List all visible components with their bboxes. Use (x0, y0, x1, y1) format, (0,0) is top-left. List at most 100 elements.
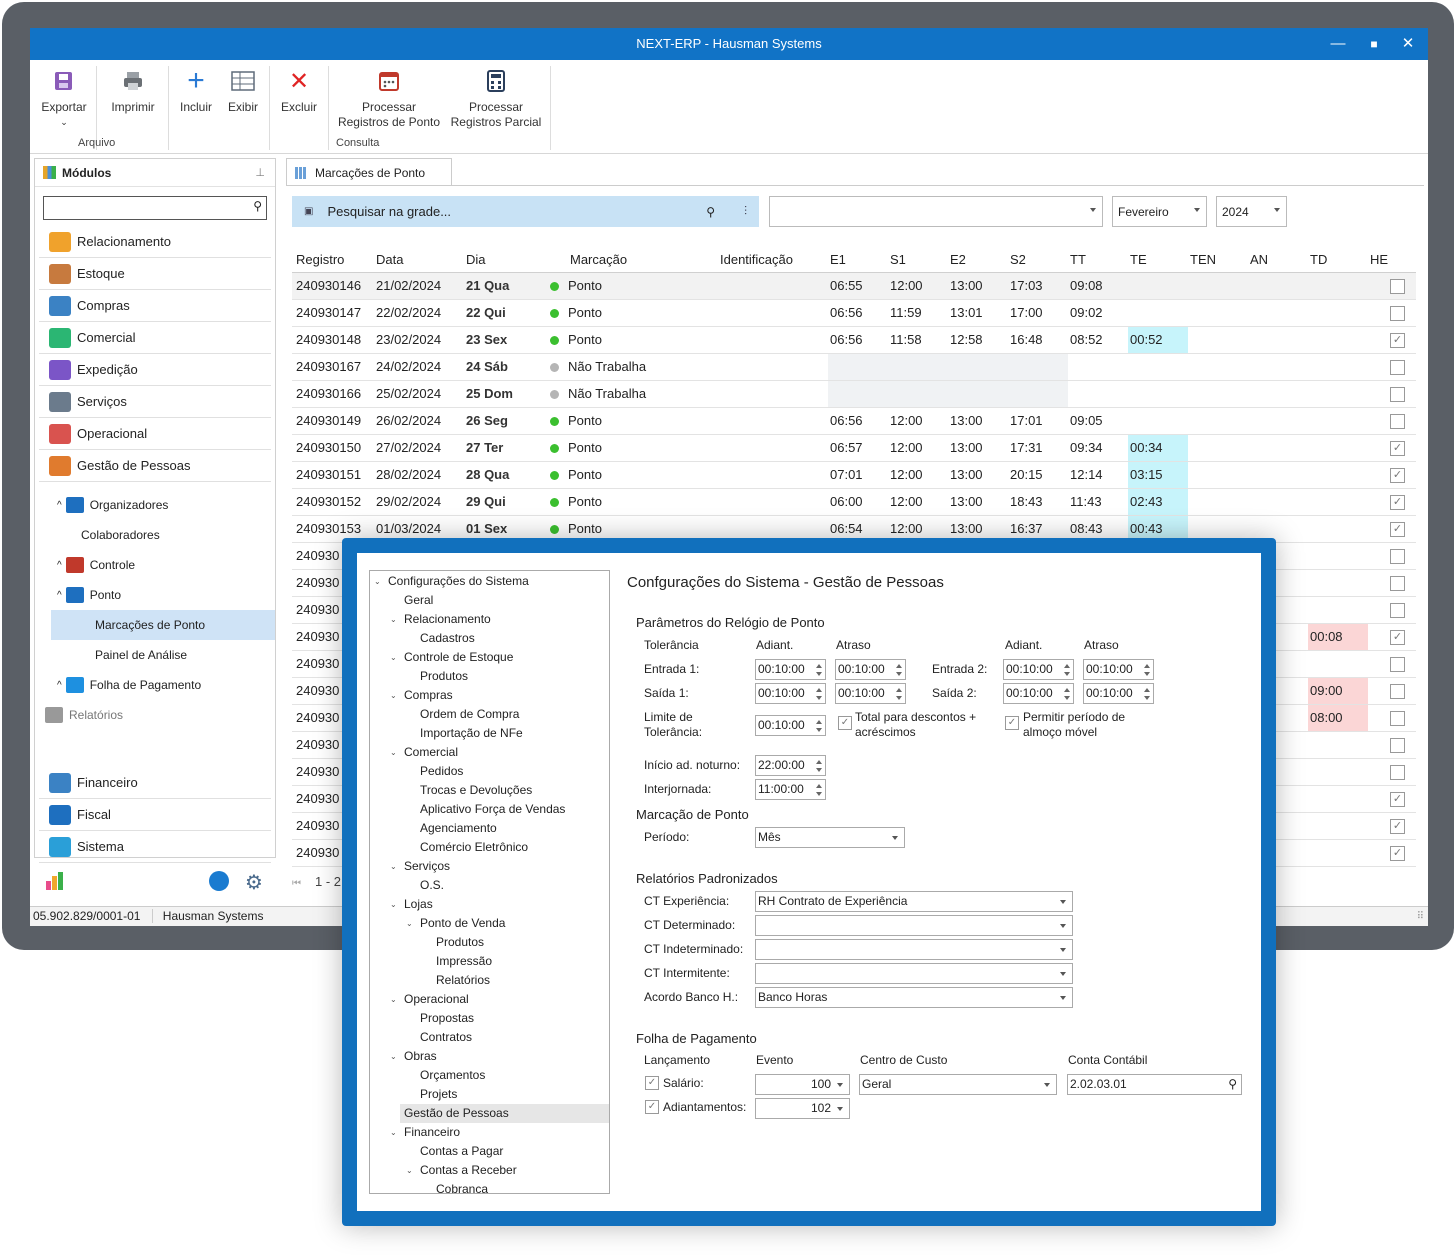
column-header-ten[interactable]: TEN (1190, 246, 1216, 272)
sidebar-tree-item-4[interactable]: Marcações de Ponto (51, 610, 275, 640)
pin-icon[interactable]: ⊥ (255, 166, 265, 179)
he-checkbox[interactable] (1390, 387, 1405, 402)
settings-tree-node[interactable]: Produtos (370, 667, 609, 686)
settings-tree-node[interactable]: ⌄ Lojas (370, 895, 609, 914)
table-row[interactable]: 240930167 24/02/2024 24 Sáb Não Trabalha (292, 354, 1416, 381)
time-spinner[interactable]: 00:10:00 (755, 659, 826, 680)
close-button[interactable]: ✕ (1390, 28, 1426, 60)
settings-tree-node[interactable]: Orçamentos (370, 1066, 609, 1085)
include-button[interactable]: + Incluir (174, 66, 218, 115)
table-row[interactable]: 240930148 23/02/2024 23 Sex Ponto 06:56 11:58… (292, 327, 1416, 354)
select-field[interactable]: Banco Horas (755, 987, 1073, 1008)
checkbox[interactable]: ✓ (1005, 716, 1019, 730)
module-0[interactable]: Relacionamento (39, 226, 271, 258)
settings-tree-node[interactable]: Ordem de Compra (370, 705, 609, 724)
column-header-s2[interactable]: S2 (1010, 246, 1026, 272)
settings-tree-node[interactable]: Propostas (370, 1009, 609, 1028)
time-spinner[interactable]: 11:00:00 (755, 779, 826, 800)
sidebar-tree-item-7[interactable]: Relatórios (35, 700, 275, 730)
settings-tree-node[interactable]: Comércio Eletrônico (370, 838, 609, 857)
column-header-dia[interactable]: Dia (466, 246, 486, 272)
settings-tree-node[interactable]: Cobrança (370, 1180, 609, 1193)
user-icon[interactable] (209, 871, 229, 891)
checkbox[interactable]: ✓ (645, 1076, 659, 1090)
column-header-e1[interactable]: E1 (830, 246, 846, 272)
module-1[interactable]: Estoque (39, 258, 271, 290)
module-4[interactable]: Expedição (39, 354, 271, 386)
event-select[interactable]: 102 (755, 1098, 850, 1119)
options-icon[interactable]: ⫶ (744, 204, 747, 219)
process-button[interactable]: Processar Registros de Ponto (336, 66, 442, 130)
he-checkbox[interactable]: ✓ (1390, 792, 1405, 807)
time-spinner[interactable]: 22:00:00 (755, 755, 826, 776)
he-checkbox[interactable]: ✓ (1390, 846, 1405, 861)
column-header-s1[interactable]: S1 (890, 246, 906, 272)
print-button[interactable]: Imprimir (104, 66, 162, 115)
module-3[interactable]: Comercial (39, 322, 271, 354)
sidebar-tree-item-6[interactable]: ^ Folha de Pagamento (35, 670, 275, 700)
table-row[interactable]: 240930147 22/02/2024 22 Qui Ponto 06:56 11:59… (292, 300, 1416, 327)
he-checkbox[interactable]: ✓ (1390, 441, 1405, 456)
he-checkbox[interactable] (1390, 738, 1405, 753)
module-bottom-2[interactable]: Sistema (39, 831, 271, 863)
module-6[interactable]: Operacional (39, 418, 271, 450)
month-select[interactable]: Fevereiro (1112, 196, 1207, 227)
he-checkbox[interactable] (1390, 279, 1405, 294)
he-checkbox[interactable] (1390, 549, 1405, 564)
select-field[interactable] (755, 939, 1073, 960)
module-search-input[interactable]: ⚲ (43, 196, 267, 220)
he-checkbox[interactable] (1390, 576, 1405, 591)
column-header-an[interactable]: AN (1250, 246, 1268, 272)
module-bottom-0[interactable]: Financeiro (39, 767, 271, 799)
pager[interactable]: ⏮ 1 - 2 (292, 874, 341, 889)
column-header-marcação[interactable]: Marcação (570, 246, 627, 272)
year-select[interactable]: 2024 (1216, 196, 1287, 227)
column-header-identificação[interactable]: Identificação (720, 246, 793, 272)
employee-select[interactable] (769, 196, 1103, 227)
he-checkbox[interactable] (1390, 414, 1405, 429)
process-partial-button[interactable]: Processar Registros Parcial (450, 66, 542, 130)
settings-tree-node[interactable]: Importação de NFe (370, 724, 609, 743)
event-select[interactable]: 100 (755, 1074, 850, 1095)
search-icon[interactable]: ⚲ (253, 199, 262, 213)
settings-tree-node[interactable]: Projets (370, 1085, 609, 1104)
sidebar-tree-item-5[interactable]: Painel de Análise (35, 640, 275, 670)
he-checkbox[interactable] (1390, 603, 1405, 618)
table-row[interactable]: 240930150 27/02/2024 27 Ter Ponto 06:57 12:00… (292, 435, 1416, 462)
column-header-td[interactable]: TD (1310, 246, 1327, 272)
select-field[interactable]: Geral (859, 1074, 1057, 1095)
settings-tree-node[interactable]: ⌄ Ponto de Venda (370, 914, 609, 933)
delete-button[interactable]: ✕ Excluir (277, 66, 321, 115)
settings-tree-node[interactable]: Gestão de Pessoas (400, 1104, 609, 1123)
time-spinner[interactable]: 00:10:00 (1083, 659, 1154, 680)
column-header-he[interactable]: HE (1370, 246, 1388, 272)
settings-tree-node[interactable]: Contratos (370, 1028, 609, 1047)
settings-gear-icon[interactable]: ⚙ (245, 870, 263, 895)
table-row[interactable]: 240930146 21/02/2024 21 Qua Ponto 06:55 12:00… (292, 273, 1416, 300)
settings-tree-node[interactable]: Geral (370, 591, 609, 610)
he-checkbox[interactable] (1390, 765, 1405, 780)
time-spinner[interactable]: 00:10:00 (835, 683, 906, 704)
module-5[interactable]: Serviços (39, 386, 271, 418)
settings-tree-node[interactable]: ⌄ Financeiro (370, 1123, 609, 1142)
settings-tree-node[interactable]: Cadastros (370, 629, 609, 648)
table-row[interactable]: 240930151 28/02/2024 28 Qua Ponto 07:01 12:00… (292, 462, 1416, 489)
he-checkbox[interactable]: ✓ (1390, 495, 1405, 510)
settings-tree-node[interactable]: ⌄ Serviços (370, 857, 609, 876)
column-header-data[interactable]: Data (376, 246, 403, 272)
settings-tree-node[interactable]: ⌄ Compras (370, 686, 609, 705)
he-checkbox[interactable] (1390, 711, 1405, 726)
settings-tree-node[interactable]: ⌄ Controle de Estoque (370, 648, 609, 667)
module-bottom-1[interactable]: Fiscal (39, 799, 271, 831)
module-2[interactable]: Compras (39, 290, 271, 322)
sidebar-tree-item-1[interactable]: Colaboradores (35, 520, 275, 550)
checkbox[interactable]: ✓ (838, 716, 852, 730)
settings-tree-node[interactable]: ⌄ Contas a Receber (370, 1161, 609, 1180)
table-row[interactable]: 240930149 26/02/2024 26 Seg Ponto 06:56 12:00… (292, 408, 1416, 435)
maximize-button[interactable]: ■ (1356, 28, 1392, 60)
checkbox[interactable]: ✓ (645, 1100, 659, 1114)
time-spinner[interactable]: 00:10:00 (1003, 659, 1074, 680)
he-checkbox[interactable]: ✓ (1390, 819, 1405, 834)
select-field[interactable]: Mês (755, 827, 905, 848)
he-checkbox[interactable] (1390, 657, 1405, 672)
